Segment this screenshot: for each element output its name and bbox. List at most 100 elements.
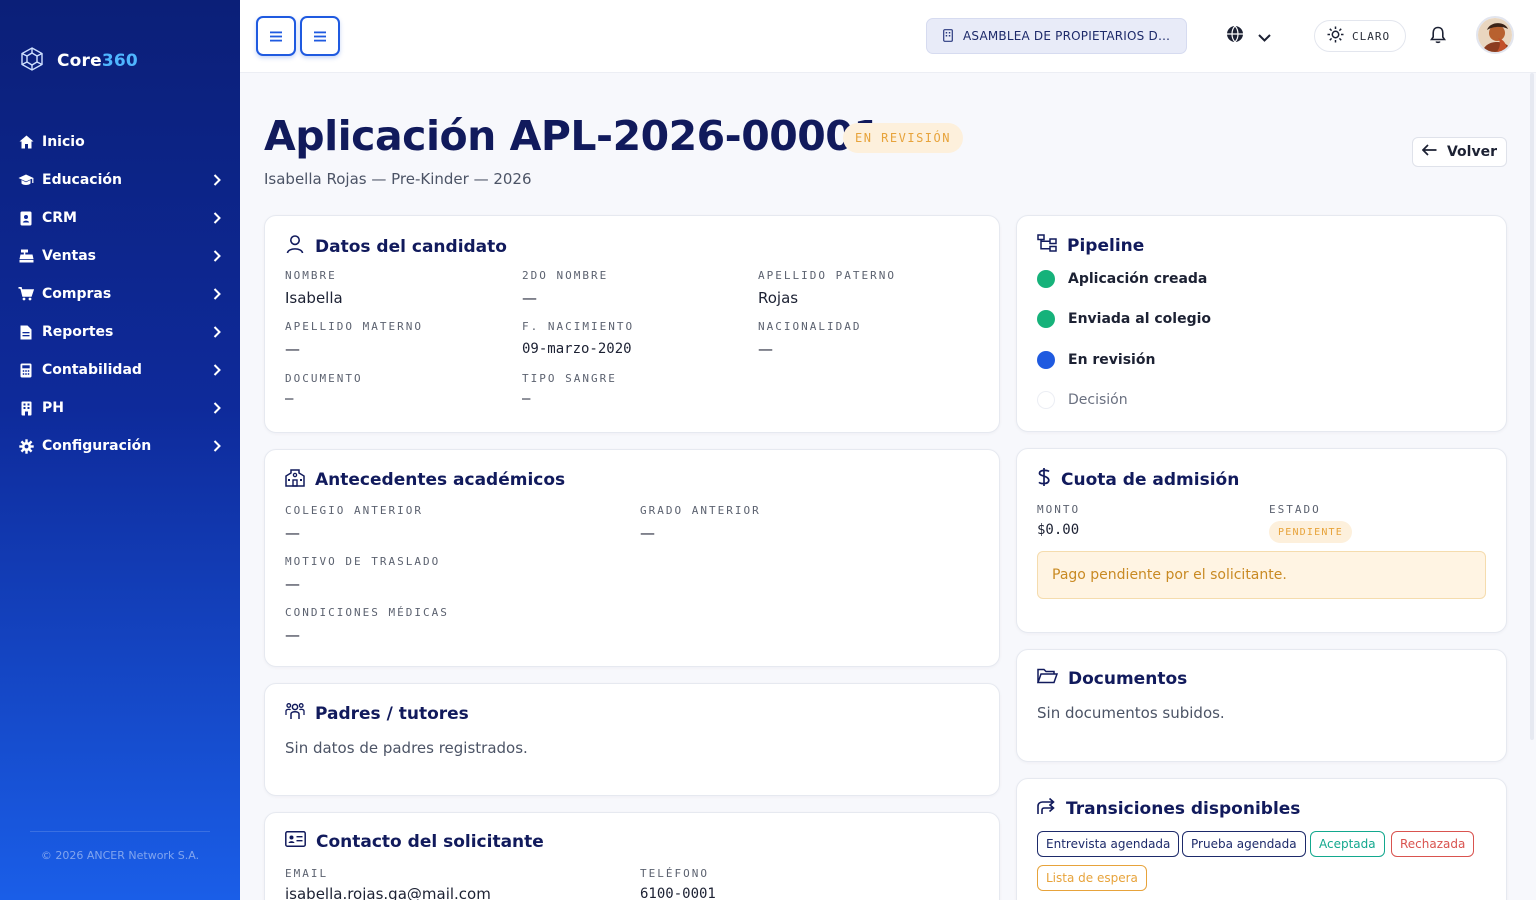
field-label: APELLIDO MATERNO — [285, 320, 423, 333]
field-label: 2DO NOMBRE — [522, 269, 609, 282]
card-title: Contacto del solicitante — [285, 831, 544, 852]
field-label: GRADO ANTERIOR — [640, 504, 761, 517]
field-label: CONDICIONES MÉDICAS — [285, 606, 449, 619]
transition-entrevista-button[interactable]: Entrevista agendada — [1037, 831, 1180, 857]
sidebar-item-label: CRM — [42, 210, 77, 226]
field-value: Isabella — [285, 289, 343, 307]
sidebar-item-ph[interactable]: PH — [0, 389, 240, 427]
field-label: COLEGIO ANTERIOR — [285, 504, 423, 517]
transition-lista-espera-button[interactable]: Lista de espera — [1037, 865, 1147, 891]
sidebar-item-reportes[interactable]: Reportes — [0, 313, 240, 351]
folder-open-icon — [1036, 668, 1059, 689]
back-button-label: Volver — [1446, 144, 1497, 160]
step-done-indicator — [1037, 310, 1055, 328]
transition-prueba-button[interactable]: Prueba agendada — [1182, 831, 1306, 857]
field-label: DOCUMENTO — [285, 372, 363, 385]
arrows-turn-right-icon — [1037, 797, 1056, 820]
sidebar-item-crm[interactable]: CRM — [0, 199, 240, 237]
phone-value: 6100-0001 — [640, 886, 716, 900]
sidebar-item-educacion[interactable]: Educación — [0, 161, 240, 199]
card-title: Documentos — [1036, 668, 1187, 689]
chevron-right-icon — [213, 249, 223, 263]
sidebar-item-inicio[interactable]: Inicio — [0, 123, 240, 161]
address-book-icon — [18, 210, 34, 226]
field-value: – — [522, 391, 531, 407]
field-label: NACIONALIDAD — [758, 320, 862, 333]
file-report-icon — [18, 324, 34, 340]
step-pending-indicator — [1037, 391, 1055, 409]
contact-card: Contacto del solicitante EMAIL isabella.… — [264, 812, 1000, 900]
transition-aceptada-button[interactable]: Aceptada — [1310, 831, 1385, 857]
field-label: EMAIL — [285, 867, 329, 880]
card-title: Antecedentes académicos — [285, 468, 565, 492]
field-value: — — [285, 626, 300, 644]
field-value: — — [640, 524, 655, 542]
user-avatar[interactable] — [1476, 16, 1514, 54]
graduation-cap-icon — [18, 172, 34, 188]
sidebar-item-compras[interactable]: Compras — [0, 275, 240, 313]
sidebar-item-configuracion[interactable]: Configuración — [0, 427, 240, 465]
chevron-right-icon — [213, 173, 223, 187]
toggle-sidebar-button[interactable] — [256, 16, 296, 56]
sidebar-item-label: Reportes — [42, 324, 114, 340]
field-value: — — [758, 340, 773, 358]
field-value: — — [285, 340, 300, 358]
chevron-right-icon — [213, 363, 223, 377]
candidate-card: Datos del candidato NOMBRE Isabella 2DO … — [264, 215, 1000, 433]
people-group-icon — [285, 702, 305, 726]
field-label: TIPO SANGRE — [522, 372, 617, 385]
sun-icon — [1327, 26, 1344, 47]
fee-card: Cuota de admisión MONTO $0.00 ESTADO PEN… — [1016, 448, 1507, 633]
building-icon — [18, 400, 34, 416]
payment-alert: Pago pendiente por el solicitante. — [1037, 551, 1486, 599]
page-subtitle: Isabella Rojas — Pre-Kinder — 2026 — [264, 170, 532, 188]
transition-rechazada-button[interactable]: Rechazada — [1391, 831, 1475, 857]
card-title: Cuota de admisión — [1037, 467, 1239, 492]
theme-label: CLARO — [1352, 29, 1391, 43]
step-current-indicator — [1037, 351, 1055, 369]
chevron-right-icon — [213, 287, 223, 301]
sidebar-item-contabilidad[interactable]: Contabilidad — [0, 351, 240, 389]
documents-card: Documentos Sin documentos subidos. — [1016, 649, 1507, 762]
field-value: – — [285, 391, 294, 407]
home-icon — [18, 134, 34, 150]
page-title: Aplicación APL-2026-00001 — [264, 112, 882, 160]
chevron-right-icon — [213, 211, 223, 225]
field-label: MONTO — [1037, 503, 1081, 516]
sidebar-item-label: Educación — [42, 172, 122, 188]
field-value: 09-marzo-2020 — [522, 341, 632, 357]
pipeline-card: Pipeline Aplicación creada Enviada al co… — [1016, 215, 1507, 432]
toggle-menu-button[interactable] — [300, 16, 340, 56]
status-badge: EN REVISIÓN — [843, 123, 963, 153]
sidebar-item-label: Configuración — [42, 438, 152, 454]
topbar: ASAMBLEA DE PROPIETARIOS DE ... CLARO — [240, 0, 1536, 73]
sidebar-item-ventas[interactable]: Ventas — [0, 237, 240, 275]
step-done-indicator — [1037, 270, 1055, 288]
page-scrollbar[interactable] — [1530, 73, 1534, 740]
empty-state-text: Sin datos de padres registrados. — [285, 739, 528, 757]
sidebar-divider — [30, 831, 210, 832]
field-label: APELLIDO PATERNO — [758, 269, 896, 282]
parents-card: Padres / tutores Sin datos de padres reg… — [264, 683, 1000, 796]
chevron-right-icon — [213, 401, 223, 415]
card-title: Pipeline — [1037, 234, 1144, 257]
sidebar-item-label: Contabilidad — [42, 362, 142, 378]
notifications-button[interactable] — [1429, 26, 1447, 48]
gear-icon — [18, 438, 34, 454]
card-title: Padres / tutores — [285, 702, 469, 726]
organization-selector[interactable]: ASAMBLEA DE PROPIETARIOS DE ... — [926, 18, 1187, 54]
card-title: Datos del candidato — [285, 234, 507, 259]
language-selector[interactable] — [1226, 25, 1271, 47]
id-card-icon — [285, 831, 306, 852]
back-button[interactable]: Volver — [1412, 137, 1507, 167]
pipeline-step: Aplicación creada — [1037, 270, 1207, 288]
email-value[interactable]: isabella.rojas.ga@mail.com — [285, 885, 491, 900]
sidebar: Core360 Inicio Educación CRM Ventas Comp… — [0, 0, 240, 900]
brand-logo[interactable]: Core360 — [19, 46, 138, 76]
core360-logo-icon — [19, 46, 45, 76]
card-title: Transiciones disponibles — [1037, 797, 1300, 820]
theme-toggle[interactable]: CLARO — [1314, 20, 1406, 52]
bell-icon — [1429, 26, 1447, 48]
cash-register-icon — [18, 248, 34, 264]
sidebar-item-label: Compras — [42, 286, 112, 302]
